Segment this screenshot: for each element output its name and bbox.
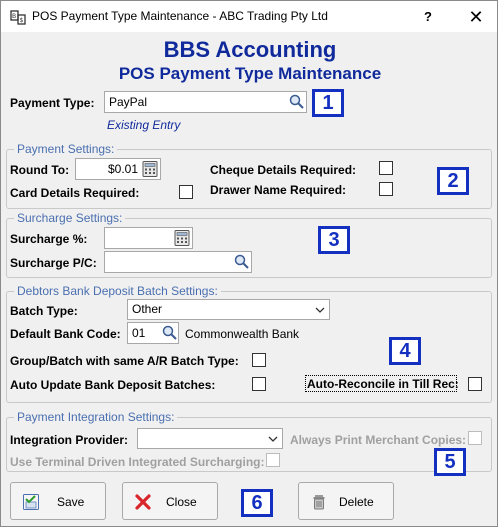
bank-code-label: Default Bank Code:	[10, 327, 121, 341]
close-label: Close	[166, 495, 197, 509]
auto-reconcile-label: Auto-Reconcile in Till Rec:	[307, 377, 459, 391]
entry-status-text: Existing Entry	[107, 118, 181, 132]
cheque-details-checkbox[interactable]	[379, 161, 393, 175]
callout-badge-2: 2	[437, 167, 469, 195]
company-heading: BBS Accounting	[163, 37, 337, 62]
surcharge-pc-search-icon[interactable]	[233, 253, 251, 271]
help-button[interactable]: ?	[413, 5, 443, 29]
auto-update-checkbox[interactable]	[252, 377, 266, 391]
always-print-label: Always Print Merchant Copies:	[290, 433, 467, 447]
batch-type-select[interactable]: Other	[127, 299, 330, 320]
integration-provider-select[interactable]	[137, 428, 283, 449]
batch-type-label: Batch Type:	[10, 304, 78, 318]
callout-badge-4: 4	[389, 337, 421, 365]
terminal-surcharge-checkbox[interactable]	[266, 453, 280, 467]
integration-provider-label: Integration Provider:	[10, 433, 129, 447]
save-label: Save	[57, 495, 85, 509]
calculator-icon[interactable]	[141, 160, 159, 178]
card-details-label: Card Details Required:	[10, 186, 140, 200]
bank-deposit-legend: Debtors Bank Deposit Batch Settings:	[14, 284, 221, 298]
integration-legend: Payment Integration Settings:	[14, 410, 178, 424]
save-button[interactable]: Save	[10, 482, 106, 520]
terminal-surcharge-label: Use Terminal Driven Integrated Surchargi…	[10, 455, 265, 469]
payment-type-input[interactable]: PayPal	[104, 91, 307, 113]
svg-text:B: B	[12, 13, 16, 20]
chevron-down-icon	[268, 436, 278, 442]
drawer-name-checkbox[interactable]	[379, 182, 393, 196]
pos-payment-type-window: B $ POS Payment Type Maintenance - ABC T…	[0, 0, 498, 527]
trash-icon	[313, 495, 325, 510]
callout-badge-5: 5	[434, 448, 466, 476]
window-title: POS Payment Type Maintenance - ABC Tradi…	[32, 9, 328, 23]
cheque-details-label: Cheque Details Required:	[210, 163, 357, 177]
auto-update-label: Auto Update Bank Deposit Batches:	[10, 378, 216, 392]
bank-name-text: Commonwealth Bank	[185, 327, 300, 341]
window-close-button[interactable]: ✕	[461, 5, 491, 29]
payment-settings-legend: Payment Settings:	[14, 142, 118, 156]
app-icon: B $	[10, 10, 26, 25]
callout-badge-1: 1	[312, 89, 344, 117]
delete-label: Delete	[339, 495, 374, 509]
callout-badge-6: 6	[241, 489, 273, 517]
svg-text:$: $	[20, 17, 24, 24]
group-batch-checkbox[interactable]	[252, 353, 266, 367]
surcharge-pc-label: Surcharge P/C:	[10, 256, 97, 270]
payment-type-search-icon[interactable]	[288, 93, 306, 111]
title-bar: B $ POS Payment Type Maintenance - ABC T…	[1, 1, 497, 32]
form-heading: POS Payment Type Maintenance	[118, 64, 382, 83]
group-batch-label: Group/Batch with same A/R Batch Type:	[10, 354, 239, 368]
surcharge-pc-input[interactable]	[104, 251, 252, 273]
close-icon	[135, 494, 151, 510]
drawer-name-label: Drawer Name Required:	[210, 183, 347, 197]
batch-type-value: Other	[132, 302, 163, 316]
always-print-checkbox[interactable]	[468, 431, 482, 445]
close-button[interactable]: Close	[122, 482, 218, 520]
bank-code-search-icon[interactable]	[161, 324, 179, 342]
delete-button[interactable]: Delete	[298, 482, 394, 520]
payment-type-label: Payment Type:	[10, 96, 95, 110]
surcharge-settings-legend: Surcharge Settings:	[14, 211, 126, 225]
card-details-checkbox[interactable]	[179, 185, 193, 199]
chevron-down-icon	[315, 307, 325, 313]
auto-reconcile-checkbox[interactable]	[468, 377, 482, 391]
surcharge-percent-label: Surcharge %:	[10, 232, 88, 246]
callout-badge-3: 3	[318, 226, 350, 254]
round-to-label: Round To:	[10, 163, 70, 177]
calculator-icon[interactable]	[173, 229, 191, 247]
save-icon	[23, 494, 39, 510]
